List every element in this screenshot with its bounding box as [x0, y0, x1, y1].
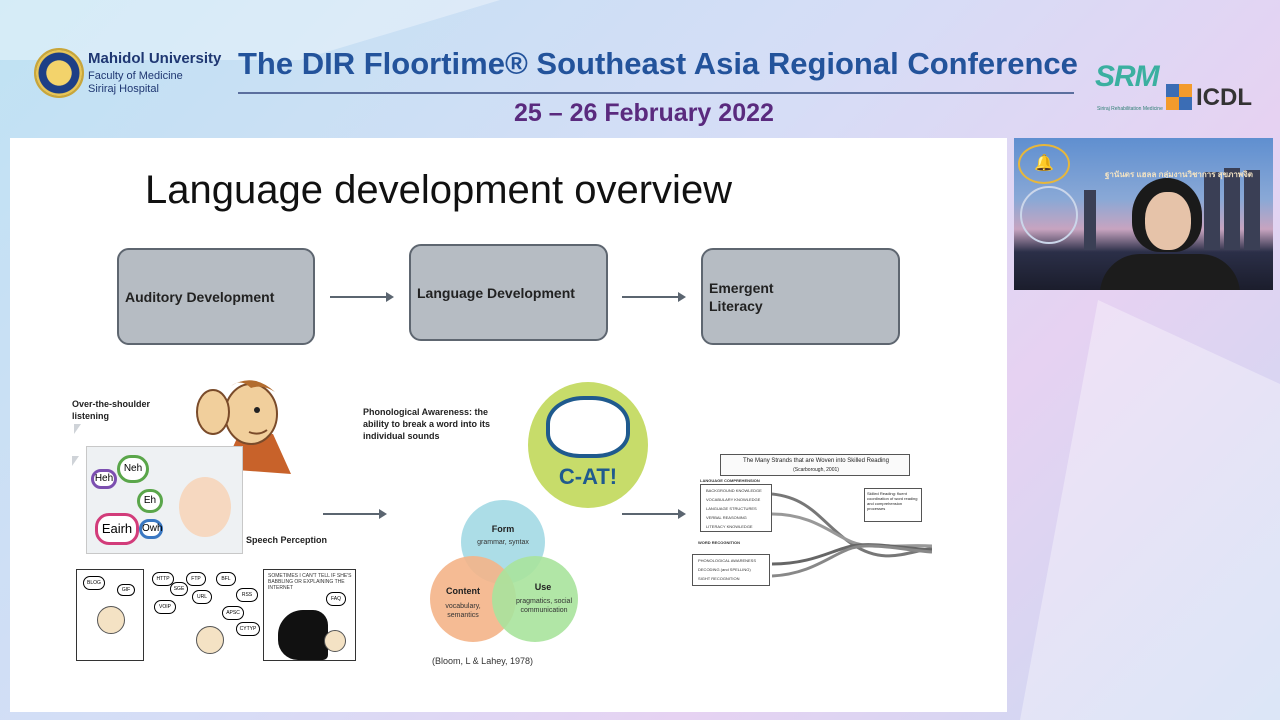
- cat-logo-text: C-AT!: [558, 464, 618, 489]
- srm-logo-subtitle: Siriraj Rehabilitation Medicine: [1097, 106, 1163, 112]
- presentation-slide: Language development overview Auditory D…: [10, 138, 1007, 712]
- speech-bubble: Heh: [91, 469, 117, 489]
- bell-logo-icon: 🔔: [1018, 144, 1070, 184]
- flow-arrow-icon: [330, 292, 394, 302]
- rope-strand-label: PHONOLOGICAL AWARENESS: [698, 558, 757, 563]
- diagram-title: The Many Strands that are Woven into Ski…: [743, 458, 889, 464]
- rope-strand-label: VOCABULARY KNOWLEDGE: [706, 497, 761, 502]
- speaker-face: [1145, 192, 1191, 250]
- title-divider: [238, 92, 1074, 94]
- university-name: Mahidol University: [88, 50, 222, 67]
- icdl-logo: ICDL: [1196, 84, 1252, 111]
- rope-group-title: WORD RECOGNITION: [698, 540, 740, 545]
- baby-speech-image: Heh Neh Eh Eairh Owh: [86, 446, 243, 554]
- cat-logo-icon: C-AT!: [528, 382, 648, 508]
- venn-use-sub: pragmatics, social communication: [515, 598, 573, 614]
- baby-cartoon: [324, 630, 346, 652]
- flow-box-language: Language Development: [409, 244, 608, 341]
- baby-cartoon: [97, 606, 125, 634]
- skyline-building: [1224, 168, 1240, 250]
- comic-bubble: URL: [192, 590, 212, 604]
- comic-panel: HTTP FTP BFL RSS URL APSC VOIP CYTYP SGE: [151, 569, 260, 661]
- skyline-building: [1204, 172, 1220, 250]
- comic-panel: SOMETIMES I CAN'T TELL IF SHE'S BABBLING…: [263, 569, 356, 661]
- speech-bubble: Eairh: [95, 513, 139, 545]
- speaker-body: [1100, 254, 1240, 290]
- comic-bubble: BLOG: [83, 576, 105, 590]
- rope-strand-label: BACKGROUND KNOWLEDGE: [706, 488, 762, 493]
- comic-bubble: FTP: [186, 572, 206, 586]
- rope-strand-label: SIGHT RECOGNITION: [698, 576, 740, 581]
- diagram-title-box: The Many Strands that are Woven into Ski…: [720, 454, 910, 476]
- conference-title: The DIR Floortime® Southeast Asia Region…: [238, 46, 1078, 81]
- comic-bubble: VOIP: [154, 600, 176, 614]
- rope-strand-label: LITERACY KNOWLEDGE: [706, 524, 753, 529]
- speech-bubble: Owh: [139, 519, 163, 539]
- cat-face-icon: [546, 396, 630, 458]
- comic-bubble: FAQ: [326, 592, 346, 606]
- comic-bubble: GIF: [117, 584, 135, 596]
- comic-bubble: RSS: [236, 588, 258, 602]
- venn-content-sub: vocabulary, semantics: [445, 603, 481, 619]
- speaker-video: 🔔 ฐานันดร แฮลล กลุ่มงานวิชาการ สุขภาพจิต: [1014, 138, 1273, 290]
- mouse-cursor-icon: [72, 456, 79, 466]
- rope-strand-label: LANGUAGE STRUCTURES: [706, 506, 757, 511]
- speech-bubble: Neh: [117, 455, 149, 483]
- conference-date: 25 – 26 February 2022: [514, 99, 774, 127]
- comic-caption: SOMETIMES I CAN'T TELL IF SHE'S BABBLING…: [268, 573, 352, 591]
- slide-title: Language development overview: [145, 168, 733, 212]
- comic-panel: BLOG GIF: [76, 569, 144, 661]
- baby-face: [179, 477, 231, 537]
- skilled-reading-box: Skilled Reading: fluent coordination of …: [864, 488, 922, 522]
- phonological-awareness-label: Phonological Awareness: the ability to b…: [363, 407, 491, 441]
- comic-bubble: BFL: [216, 572, 236, 586]
- venn-form-sub: grammar, syntax: [477, 539, 529, 546]
- hospital-name: Siriraj Hospital: [88, 83, 159, 95]
- skyline-building: [1084, 190, 1096, 250]
- mother-cartoon: [278, 610, 328, 660]
- comic-bubble: APSC: [222, 606, 244, 620]
- background-shard: [1020, 300, 1280, 720]
- flow-box-literacy: Emergent Literacy: [701, 248, 900, 345]
- rope-group-title: LANGUAGE COMPREHENSION: [700, 478, 760, 483]
- rope-strand-label: VERBAL REASONING: [706, 515, 747, 520]
- baby-cartoon: [196, 626, 224, 654]
- flow-arrow-icon: [323, 509, 387, 519]
- icdl-logo-icon: [1166, 84, 1192, 110]
- speech-bubble: Eh: [137, 489, 163, 513]
- flow-box-label: Language Development: [417, 284, 575, 301]
- venn-use-title: Use: [534, 582, 552, 592]
- flow-arrow-icon: [622, 292, 686, 302]
- speech-perception-label: Speech Perception: [246, 535, 328, 545]
- flow-box-label: Auditory Development: [125, 288, 275, 305]
- diagram-author: (Scarborough, 2001): [793, 467, 839, 473]
- skyline-building: [1244, 170, 1260, 250]
- conference-header: Mahidol University Faculty of Medicine S…: [0, 0, 1280, 136]
- flow-box-auditory: Auditory Development: [117, 248, 315, 345]
- mahidol-logo-icon: [34, 48, 84, 98]
- venn-form-title: Form: [491, 524, 515, 534]
- video-overlay-text: ฐานันดร แฮลล กลุ่มงานวิชาการ สุขภาพจิต: [1104, 170, 1253, 179]
- ferris-wheel: [1020, 186, 1078, 244]
- flow-arrow-icon: [622, 509, 686, 519]
- comic-bubble: CYTYP: [236, 622, 260, 636]
- over-shoulder-label: Over-the-shoulder listening: [72, 399, 151, 421]
- citation: (Bloom, L & Lahey, 1978): [432, 656, 534, 666]
- flow-box-label: Emergent Literacy: [709, 279, 774, 314]
- rope-strand-label: DECODING (and SPELLING): [698, 567, 751, 572]
- mouse-cursor-icon: [74, 424, 81, 434]
- faculty-name: Faculty of Medicine: [88, 70, 183, 82]
- reading-rope-diagram: The Many Strands that are Woven into Ski…: [690, 450, 940, 590]
- venn-content-title: Content: [446, 586, 480, 596]
- srm-logo: SRM: [1095, 60, 1160, 93]
- comic-bubble: SGE: [170, 582, 188, 596]
